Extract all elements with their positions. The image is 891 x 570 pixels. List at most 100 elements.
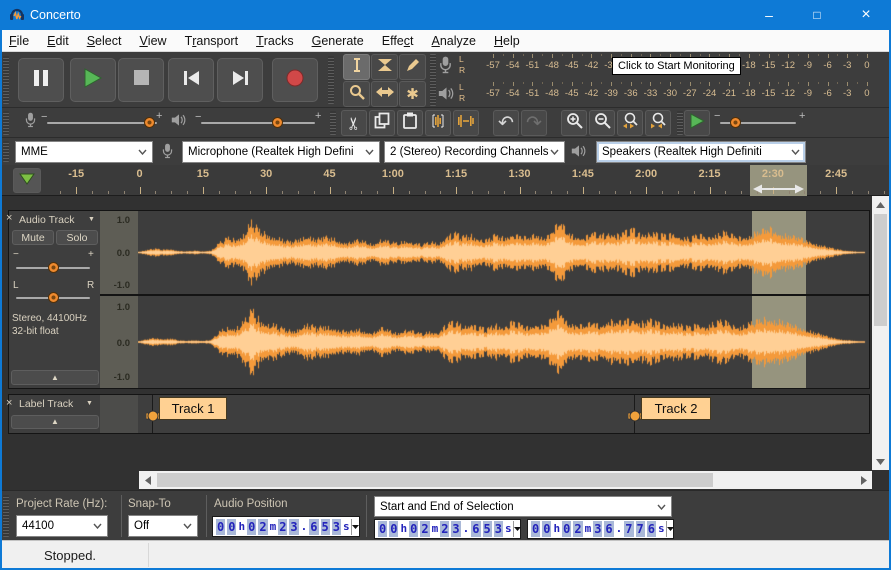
playback-speed-thumb[interactable] [730, 117, 741, 128]
track-format-line1: Stereo, 44100Hz [12, 313, 87, 324]
timeshift-tool-button[interactable] [371, 81, 398, 107]
host-combo[interactable]: MME [15, 141, 153, 163]
zoom-tool-button[interactable] [343, 81, 370, 107]
skip-to-start-button[interactable] [168, 58, 214, 102]
label-text[interactable]: Track 2 [641, 397, 711, 420]
horizontal-scrollbar-thumb[interactable] [157, 473, 713, 487]
timeline-options-button[interactable] [13, 168, 41, 193]
vertical-scrollbar-thumb[interactable] [874, 214, 887, 326]
recording-volume-slider[interactable] [47, 122, 157, 124]
input-channels-combo[interactable]: 2 (Stereo) Recording Channels [384, 141, 565, 163]
playback-meter[interactable]: L R -57-54-51-48-45-42-39-36-33-30-27-24… [438, 80, 891, 108]
waveform-channel-2[interactable] [138, 296, 869, 388]
zoom-out-button[interactable] [589, 110, 615, 136]
audio-track-collapse-button[interactable]: ▲ [11, 370, 99, 385]
edit-toolbar-grip[interactable] [330, 111, 336, 135]
play-at-speed-button[interactable] [684, 110, 710, 136]
input-device-icon [161, 142, 174, 165]
label-track-title[interactable]: Label Track [19, 398, 73, 410]
meter-toolbar-grip[interactable] [430, 54, 436, 106]
recording-volume-thumb[interactable] [144, 117, 155, 128]
timefield-dropdown-icon[interactable] [351, 519, 359, 535]
play-button[interactable] [70, 58, 116, 102]
tools-toolbar-grip[interactable] [328, 56, 334, 104]
horizontal-scrollbar[interactable] [139, 471, 872, 489]
menu-view[interactable]: View [130, 30, 175, 52]
playback-volume-thumb[interactable] [272, 117, 283, 128]
title-bar[interactable]: Concerto – □ × [0, 0, 891, 30]
trim-audio-button[interactable] [425, 110, 451, 136]
selection-end-field[interactable]: 00h02m36.776s [527, 519, 674, 539]
pause-button[interactable] [18, 58, 64, 102]
input-device-combo[interactable]: Microphone (Realtek High Defini [182, 141, 380, 163]
audio-position-field[interactable]: 00h02m23.653s [212, 516, 360, 537]
menu-edit[interactable]: Edit [38, 30, 78, 52]
copy-button[interactable] [369, 110, 395, 136]
menu-file[interactable]: File [0, 30, 38, 52]
meter-scale-label: -18 [742, 88, 756, 99]
multi-tool-button[interactable]: ✱ [399, 81, 426, 107]
menu-select[interactable]: Select [78, 30, 131, 52]
gain-slider-thumb[interactable] [48, 262, 59, 273]
device-toolbar-grip[interactable] [3, 141, 9, 162]
timeline-ruler[interactable]: -1501530451:001:151:301:452:002:152:302:… [44, 165, 891, 196]
label-marker-icon[interactable] [146, 408, 160, 429]
cut-button[interactable]: ✂ [341, 110, 367, 136]
skip-to-end-button[interactable] [217, 58, 263, 102]
undo-button[interactable]: ↶ [493, 110, 519, 136]
menu-tracks[interactable]: Tracks [247, 30, 303, 52]
output-device-combo[interactable]: Speakers (Realtek High Definiti [596, 141, 806, 163]
scroll-up-icon[interactable] [872, 196, 889, 213]
stop-button[interactable] [118, 58, 164, 102]
selection-start-field[interactable]: 00h02m23.653s [374, 519, 521, 539]
selection-mode-combo[interactable]: Start and End of Selection [374, 496, 672, 517]
menu-analyze[interactable]: Analyze [422, 30, 484, 52]
label-track-close-icon[interactable]: × [6, 398, 12, 409]
fit-selection-button[interactable] [617, 110, 643, 136]
maximize-button[interactable]: □ [794, 0, 840, 30]
timefield-dropdown-icon[interactable] [513, 521, 521, 537]
vertical-scrollbar[interactable] [872, 196, 889, 470]
transcription-toolbar-grip[interactable] [677, 111, 683, 135]
draw-tool-button[interactable] [399, 54, 426, 80]
audio-track-title[interactable]: Audio Track [19, 214, 74, 226]
waveform-channel-1[interactable] [138, 211, 869, 294]
solo-button[interactable]: Solo [56, 230, 98, 245]
minimize-button[interactable]: – [746, 0, 792, 30]
pan-slider-thumb[interactable] [48, 292, 59, 303]
scroll-down-icon[interactable] [872, 453, 889, 470]
mixer-toolbar-grip[interactable] [3, 111, 9, 135]
project-rate-combo[interactable]: 44100 [16, 515, 108, 537]
audio-track-menu-icon[interactable]: ▼ [88, 216, 95, 223]
selection-tool-button[interactable] [343, 54, 370, 80]
paste-button[interactable] [397, 110, 423, 136]
menu-help[interactable]: Help [485, 30, 529, 52]
label-track-menu-icon[interactable]: ▼ [86, 400, 93, 407]
transport-toolbar-grip[interactable] [3, 56, 9, 104]
mute-button[interactable]: Mute [12, 230, 54, 245]
label-track-lane[interactable]: Track 1 Track 2 [138, 395, 869, 433]
ruler-tick [171, 191, 172, 194]
meter-tick [788, 54, 789, 58]
menu-generate[interactable]: Generate [303, 30, 373, 52]
selection-toolbar-grip[interactable] [3, 495, 9, 537]
redo-button[interactable]: ↷ [521, 110, 547, 136]
snap-to-combo[interactable]: Off [128, 515, 198, 537]
fit-project-button[interactable] [645, 110, 671, 136]
zoom-in-button[interactable] [561, 110, 587, 136]
meter-tick [749, 82, 750, 86]
envelope-tool-button[interactable] [371, 54, 398, 80]
timefield-dropdown-icon[interactable] [666, 521, 674, 537]
record-button[interactable] [272, 58, 318, 102]
scroll-left-icon[interactable] [139, 471, 156, 489]
playback-volume-slider[interactable] [201, 122, 315, 124]
menu-transport[interactable]: Transport [176, 30, 248, 52]
audio-track-close-icon[interactable]: × [6, 213, 12, 224]
silence-audio-button[interactable] [453, 110, 479, 136]
close-button[interactable]: × [843, 0, 889, 30]
label-track-collapse-button[interactable]: ▲ [11, 415, 99, 429]
scroll-right-icon[interactable] [855, 471, 872, 489]
label-text[interactable]: Track 1 [159, 397, 227, 420]
menu-effect[interactable]: Effect [373, 30, 423, 52]
label-marker-icon[interactable] [628, 408, 642, 429]
